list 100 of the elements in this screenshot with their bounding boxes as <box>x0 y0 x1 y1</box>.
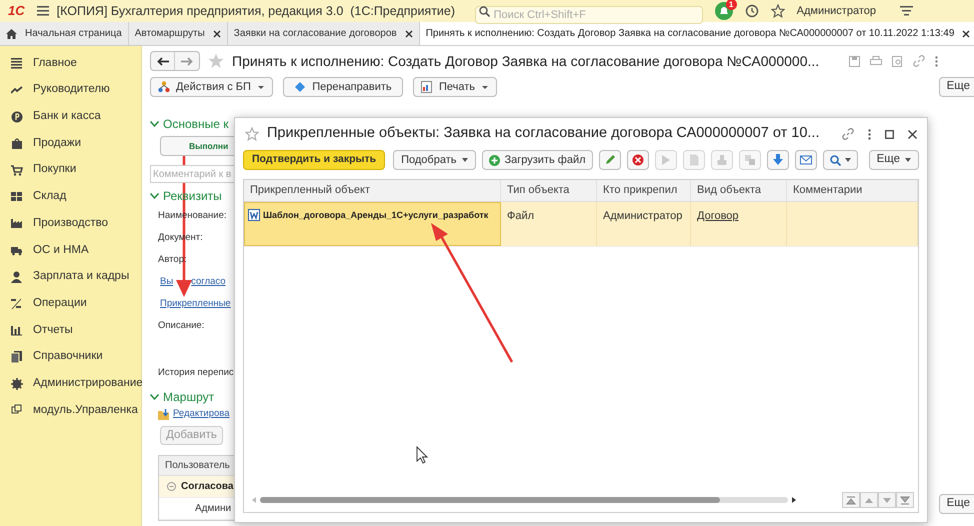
sidebar-item[interactable]: Справочники <box>0 344 141 370</box>
search-icon <box>830 154 841 166</box>
link[interactable]: Прикрепленные <box>160 293 231 315</box>
tab-label: Начальная страница <box>25 27 122 41</box>
section-header[interactable]: Маршрут <box>150 388 214 406</box>
edit-link[interactable]: Редактирова <box>173 407 230 422</box>
link[interactable]: Вы согласо <box>160 271 226 293</box>
document-icon <box>248 209 260 221</box>
sidebar-item[interactable]: Руководителю <box>0 76 141 104</box>
close-icon <box>908 130 917 138</box>
scroll-left-icon <box>252 497 256 503</box>
mail-icon <box>800 154 812 166</box>
icon-button[interactable] <box>794 150 817 170</box>
column-header[interactable]: Вид объекта <box>691 180 787 201</box>
dropdown-button[interactable]: Подобрать <box>393 150 476 170</box>
nav-button[interactable] <box>860 492 878 508</box>
star-icon <box>770 4 785 18</box>
search-button[interactable] <box>822 150 858 170</box>
column-header[interactable]: Комментарии <box>787 180 918 201</box>
sidebar-item[interactable]: Отчеты <box>0 316 141 344</box>
sidebar-item[interactable]: Зарплата и кадры <box>0 264 141 290</box>
confirm-button[interactable]: Подтвердить и закрыть <box>243 150 386 170</box>
close-icon <box>212 30 221 38</box>
toolbar-button[interactable]: Печать <box>412 77 497 97</box>
home-icon <box>6 28 17 38</box>
coin-icon <box>11 110 23 123</box>
caret-icon <box>256 84 265 90</box>
grid-icon <box>11 190 23 203</box>
icon-button[interactable] <box>626 150 649 170</box>
sidebar-item[interactable]: Продажи <box>0 130 141 157</box>
preview-icon <box>892 56 903 66</box>
sidebar-item[interactable]: Администрирование <box>0 370 141 397</box>
sidebar-item[interactable]: Покупки <box>0 156 141 184</box>
icon-button[interactable] <box>598 150 621 170</box>
sidebar-item[interactable]: ОС и НМА <box>0 236 141 264</box>
notification-button[interactable]: 1 <box>714 2 733 20</box>
upload-button[interactable]: Загрузить файл <box>482 150 593 170</box>
field-label: Описание: <box>158 318 204 333</box>
form-title: Принять к исполнению: Создать Договор Заявка на согласование договора №СА000000... <box>232 52 820 71</box>
field-label: История перепис <box>158 366 234 380</box>
nav-button[interactable] <box>842 492 860 508</box>
windows-icon <box>11 404 23 416</box>
gear-icon <box>11 378 23 390</box>
tab[interactable]: Принять к исполнению: Создать Договор Заявка на согласование договора №СА000000007 от 10.11.2022 1:13:49 <box>420 22 974 45</box>
caret-icon <box>480 84 489 90</box>
search-field[interactable]: Поиск Ctrl+Shift+F <box>474 6 703 24</box>
table-row[interactable]: Шаблон_договора_Аренды_1С+услуги_разработк Файл Администратор Договор <box>244 202 918 247</box>
icon-button[interactable] <box>766 150 789 170</box>
list-icon <box>11 57 23 70</box>
truck-icon <box>11 244 23 256</box>
report-icon <box>420 81 433 93</box>
chevron-down-icon <box>150 193 159 199</box>
more-button[interactable]: Еще <box>938 494 974 514</box>
table-cell-text: Согласова <box>181 480 234 494</box>
sidebar-item[interactable]: Производство <box>0 210 141 237</box>
toolbar-button[interactable]: Перенаправить <box>282 77 403 97</box>
sidebar-item[interactable]: Банк и касса <box>0 103 141 130</box>
copy-icon <box>744 154 756 166</box>
sidebar-item[interactable]: Главное <box>0 50 141 77</box>
folder-icon <box>158 409 170 420</box>
dialog-title: Прикрепленные объекты: Заявка на согласование договора СА000000007 от 10... <box>267 124 820 144</box>
tab-label: Автомаршруты <box>134 27 205 41</box>
up-icon <box>864 496 874 504</box>
window-title: [КОПИЯ] Бухгалтерия предприятия, редакция 3.0 (1С:Предприятие) <box>56 2 456 20</box>
table-link[interactable]: Договор <box>697 210 739 222</box>
first-icon <box>846 496 856 504</box>
column-header[interactable]: Кто прикрепил <box>597 180 691 201</box>
column-header[interactable]: Прикрепленный объект <box>244 180 501 201</box>
more-icon <box>868 128 871 140</box>
table-cell: Файл <box>507 210 534 222</box>
bar-chart-icon <box>11 324 23 336</box>
last-icon <box>900 496 910 504</box>
factory-icon <box>11 217 23 230</box>
scroll-right-icon <box>792 497 796 503</box>
star-icon <box>208 53 224 69</box>
arrow-right-icon <box>181 56 193 66</box>
print-icon <box>870 56 882 66</box>
sidebar-item[interactable]: Операции <box>0 290 141 317</box>
more-button[interactable]: Еще <box>868 150 919 170</box>
document-icon <box>688 154 700 166</box>
arrow-down-icon <box>772 154 784 166</box>
column-header[interactable]: Тип объекта <box>501 180 597 201</box>
nav-button[interactable] <box>878 492 896 508</box>
menu-icon <box>36 6 49 16</box>
more-button[interactable]: Еще <box>938 77 974 97</box>
toolbar-button[interactable]: Действия с БП <box>150 77 273 97</box>
plus-icon <box>488 154 500 166</box>
sidebar-item[interactable]: модуль.Управленка <box>0 396 141 424</box>
tab-label: Принять к исполнению: Создать Договор Заявка на согласование договора №СА000000007 от 10.11.2022 1:13:49 <box>426 27 954 41</box>
search-icon <box>478 6 490 17</box>
nav-button[interactable] <box>896 492 914 508</box>
section-header[interactable]: Основные к <box>150 115 229 133</box>
history-icon <box>744 4 759 18</box>
chevron-down-icon <box>150 394 159 400</box>
pencil-icon <box>604 154 616 166</box>
sidebar-item[interactable]: Склад <box>0 183 141 210</box>
link-icon <box>842 128 854 140</box>
more-icon <box>935 56 938 66</box>
tab-label: Заявки на согласование договоров <box>234 27 397 41</box>
trend-chart-icon <box>11 84 23 96</box>
